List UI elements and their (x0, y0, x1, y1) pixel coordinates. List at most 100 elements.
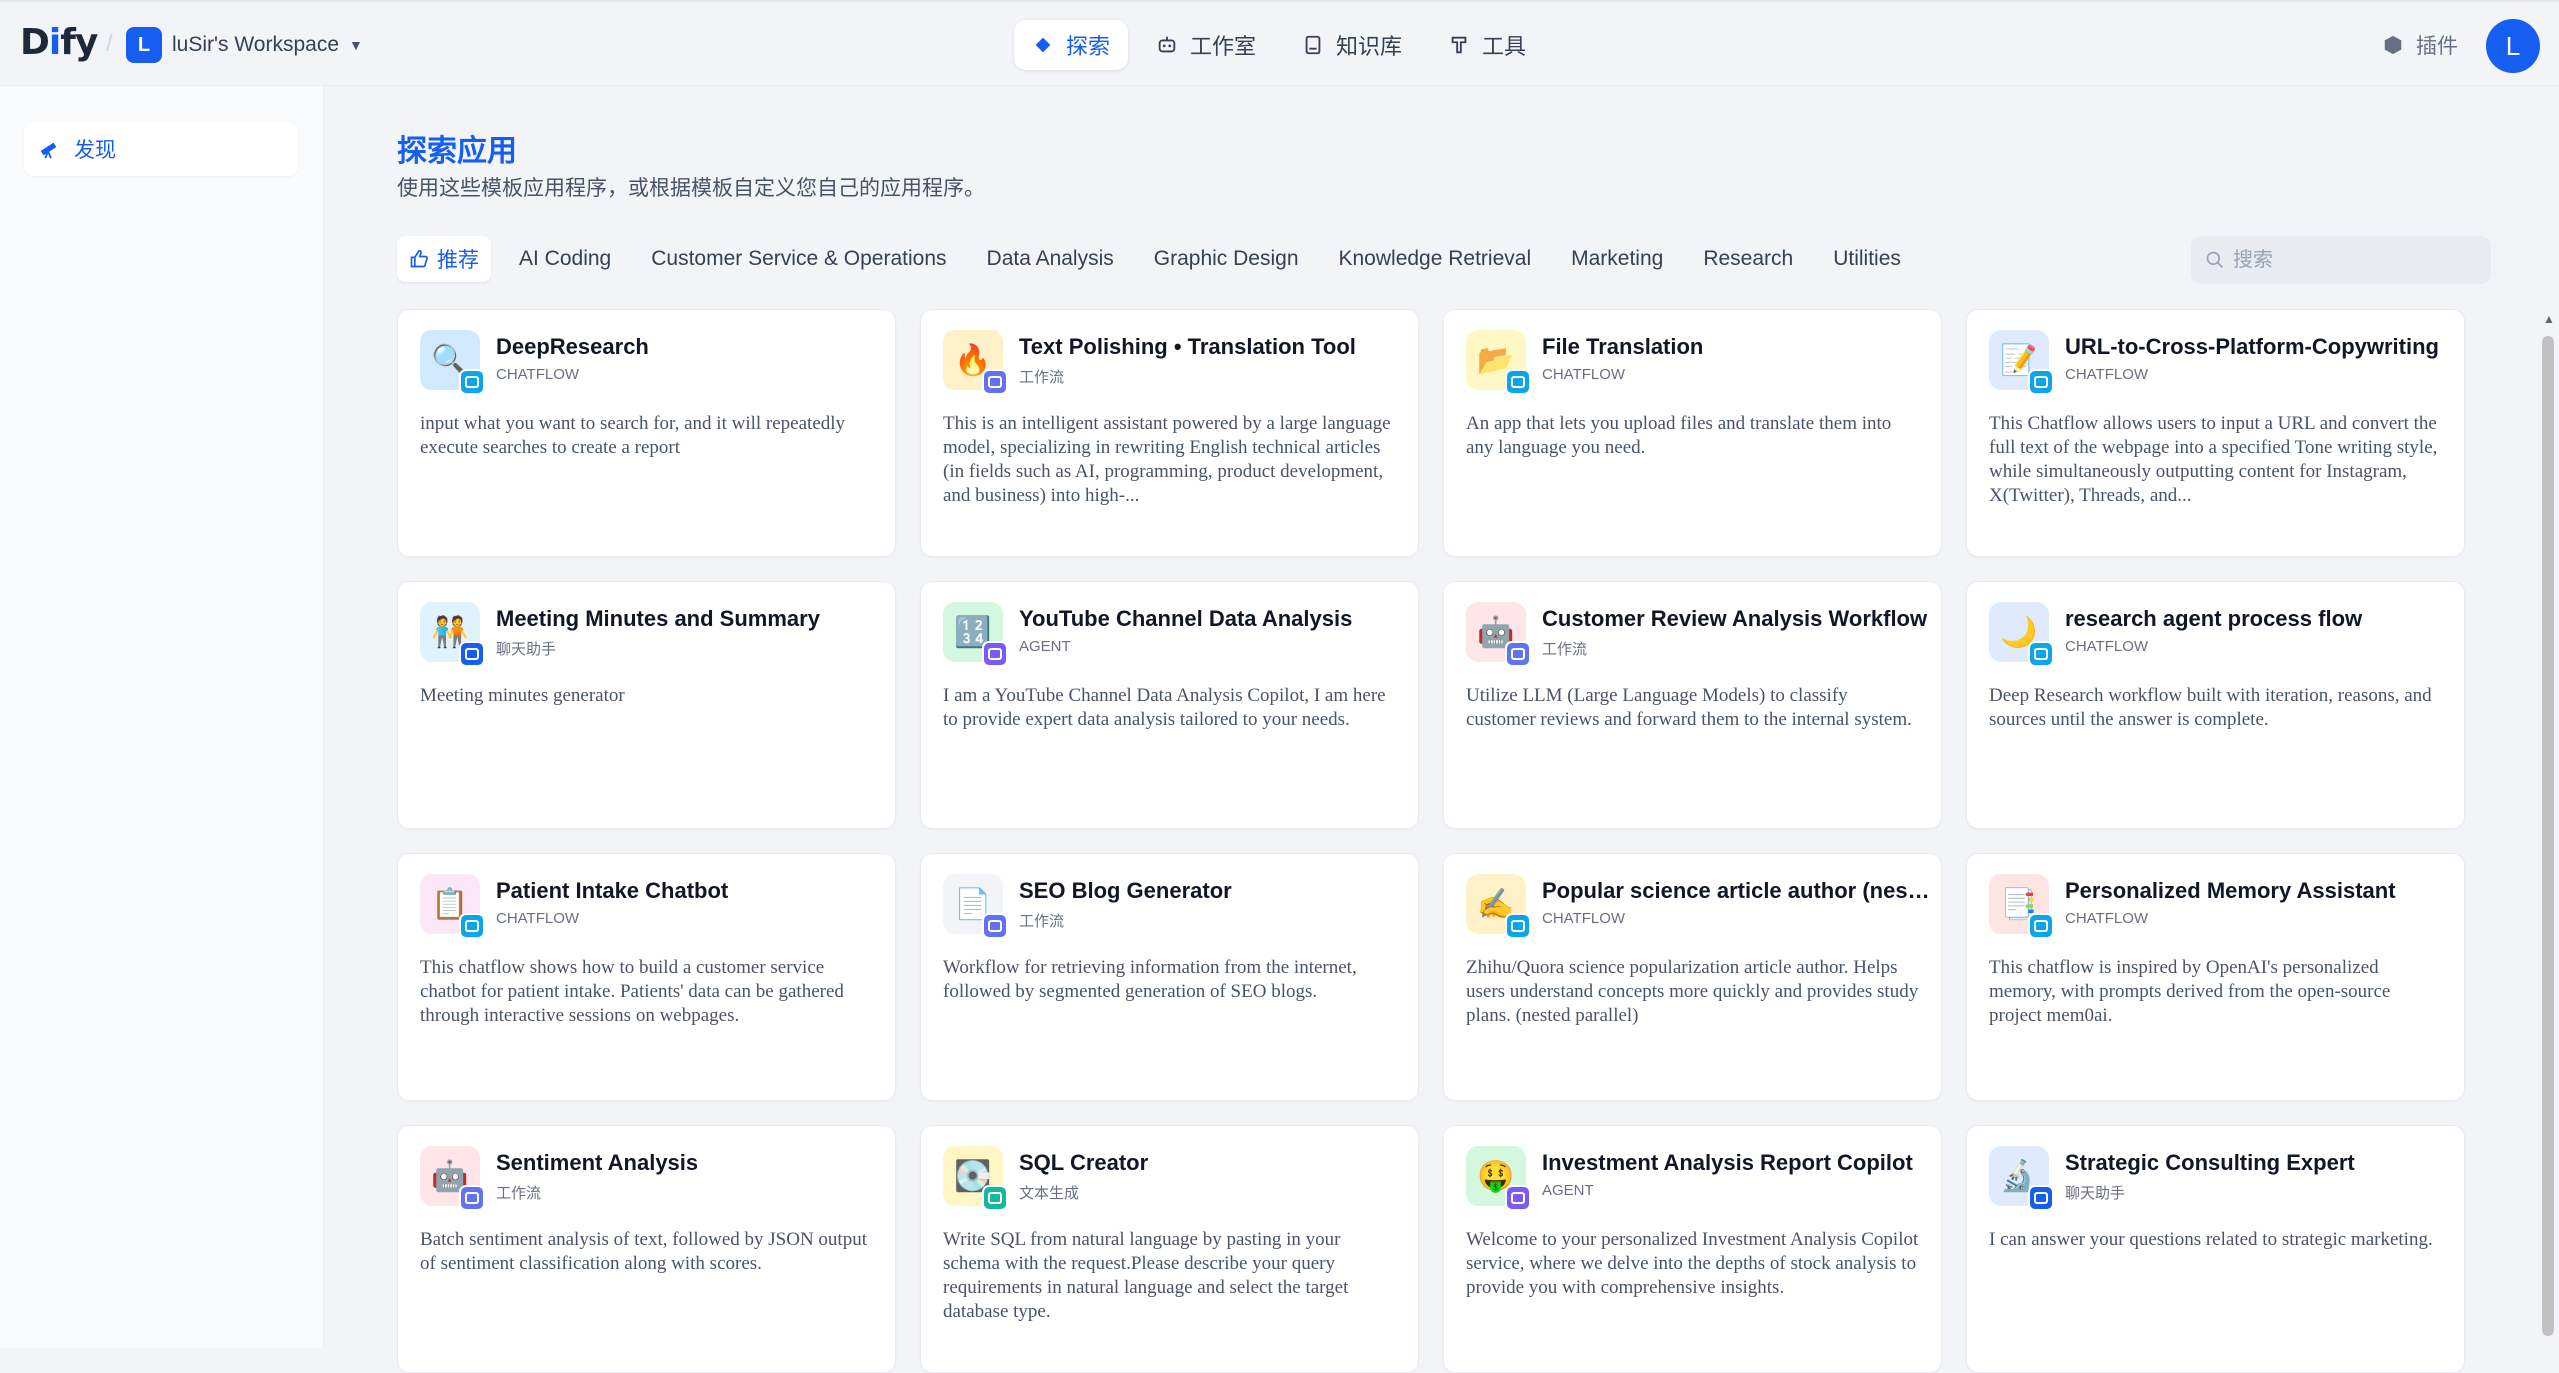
nav-knowledge[interactable]: 知识库 (1284, 20, 1420, 70)
app-description: Workflow for retrieving information from… (943, 957, 1357, 1002)
plugins-button[interactable]: 插件 (2382, 30, 2458, 60)
app-card[interactable]: 🤖 Sentiment Analysis 工作流 Batch sentiment… (397, 1125, 896, 1373)
card-title-block: Strategic Consulting Expert 聊天助手 (2065, 1146, 2355, 1203)
dify-logo[interactable]: Dify (20, 22, 98, 63)
search-input[interactable] (2233, 248, 2473, 272)
hammer-icon (1451, 36, 1467, 54)
card-header: 🔥 Text Polishing • Translation Tool 工作流 (943, 330, 1396, 395)
nav-explore[interactable]: 探索 (1014, 20, 1129, 70)
app-icon: 🤖 (1466, 602, 1531, 667)
app-type: CHATFLOW (2065, 638, 2149, 655)
app-icon: 📄 (943, 874, 1008, 939)
app-card[interactable]: 🔬 Strategic Consulting Expert 聊天助手 I can… (1966, 1125, 2465, 1373)
app-title: Strategic Consulting Expert (2065, 1150, 2355, 1175)
breadcrumb-separator: / (106, 30, 113, 57)
app-title: Customer Review Analysis Workflow (1542, 606, 1928, 631)
app-type: CHATFLOW (2065, 366, 2149, 383)
workspace-switcher[interactable]: L luSir's Workspace ▼ (126, 27, 363, 63)
app-type-badge-icon (1505, 641, 1531, 667)
app-type: AGENT (1019, 638, 1071, 655)
app-card[interactable]: 📋 Patient Intake Chatbot CHATFLOW This c… (397, 853, 896, 1101)
app-card[interactable]: 📑 Personalized Memory Assistant CHATFLOW… (1966, 853, 2465, 1101)
card-header: 📄 SEO Blog Generator 工作流 (943, 874, 1396, 939)
app-title: Investment Analysis Report Copilot (1542, 1150, 1913, 1175)
top-navigation-bar: Dify / L luSir's Workspace ▼ 探索 工作室 知识库 … (0, 0, 2559, 86)
page-subtitle: 使用这些模板应用程序，或根据模板自定义您自己的应用程序。 (397, 177, 985, 200)
app-card[interactable]: 🤑 Investment Analysis Report Copilot AGE… (1443, 1125, 1942, 1373)
app-card[interactable]: 📂 File Translation CHATFLOW An app that … (1443, 309, 1942, 557)
app-type: 工作流 (1019, 913, 1065, 930)
nav-knowledge-label: 知识库 (1336, 34, 1403, 59)
card-title-block: File Translation CHATFLOW (1542, 330, 1703, 383)
app-type-badge-icon (2028, 913, 2054, 939)
app-title: SEO Blog Generator (1019, 878, 1232, 903)
tab-ai-coding[interactable]: AI Coding (507, 236, 623, 282)
app-description: I am a YouTube Channel Data Analysis Cop… (943, 685, 1386, 730)
app-type: CHATFLOW (496, 910, 580, 927)
nav-studio[interactable]: 工作室 (1138, 20, 1274, 70)
tab-customer-service[interactable]: Customer Service & Operations (639, 236, 958, 282)
app-type: CHATFLOW (496, 366, 580, 383)
app-icon: 📂 (1466, 330, 1531, 395)
scrollbar-thumb[interactable] (2542, 336, 2554, 1336)
card-header: ✍️ Popular science article author (neste… (1466, 874, 1932, 939)
tab-research[interactable]: Research (1691, 236, 1805, 282)
category-tabs: 推荐 AI Coding Customer Service & Operatio… (397, 236, 1913, 282)
app-card[interactable]: 🤖 Customer Review Analysis Workflow 工作流 … (1443, 581, 1942, 829)
app-card[interactable]: 🔍 DeepResearch CHATFLOW input what you w… (397, 309, 896, 557)
card-header: 🔢 YouTube Channel Data Analysis AGENT (943, 602, 1396, 667)
app-icon: ✍️ (1466, 874, 1531, 939)
app-title: Personalized Memory Assistant (2065, 878, 2396, 903)
app-card[interactable]: 💽 SQL Creator 文本生成 Write SQL from natura… (920, 1125, 1419, 1373)
scroll-up-arrow[interactable]: ▲ (2543, 312, 2555, 326)
main-content: 探索应用 使用这些模板应用程序，或根据模板自定义您自己的应用程序。 推荐 AI … (325, 86, 2559, 1373)
card-header: 🔍 DeepResearch CHATFLOW (420, 330, 873, 395)
app-type-badge-icon (982, 1185, 1008, 1211)
main-nav: 探索 工作室 知识库 工具 (1014, 20, 1544, 70)
card-header: 📂 File Translation CHATFLOW (1466, 330, 1919, 395)
app-card[interactable]: 🧑‍🤝‍🧑 Meeting Minutes and Summary 聊天助手 M… (397, 581, 896, 829)
app-type-badge-icon (1505, 1185, 1531, 1211)
card-title-block: Text Polishing • Translation Tool 工作流 (1019, 330, 1356, 387)
nav-tools[interactable]: 工具 (1430, 20, 1544, 70)
app-title: YouTube Channel Data Analysis (1019, 606, 1353, 631)
card-header: 🧑‍🤝‍🧑 Meeting Minutes and Summary 聊天助手 (420, 602, 873, 667)
app-type-badge-icon (459, 1185, 485, 1211)
app-icon: 🔍 (420, 330, 485, 395)
app-card[interactable]: 🌙 research agent process flow CHATFLOW D… (1966, 581, 2465, 829)
app-type: CHATFLOW (1542, 366, 1626, 383)
card-title-block: SQL Creator 文本生成 (1019, 1146, 1148, 1203)
card-title-block: Patient Intake Chatbot CHATFLOW (496, 874, 728, 927)
app-icon: 🔢 (943, 602, 1008, 667)
card-title-block: Personalized Memory Assistant CHATFLOW (2065, 874, 2396, 927)
app-type-badge-icon (459, 369, 485, 395)
app-card[interactable]: 📝 URL-to-Cross-Platform-Copywriting CHAT… (1966, 309, 2465, 557)
tab-marketing[interactable]: Marketing (1559, 236, 1675, 282)
app-card[interactable]: ✍️ Popular science article author (neste… (1443, 853, 1942, 1101)
tab-data-analysis[interactable]: Data Analysis (975, 236, 1126, 282)
app-card[interactable]: 🔢 YouTube Channel Data Analysis AGENT I … (920, 581, 1419, 829)
app-title: Popular science article author (nested p… (1542, 878, 1932, 903)
card-title-block: URL-to-Cross-Platform-Copywriting CHATFL… (2065, 330, 2439, 383)
app-card[interactable]: 🔥 Text Polishing • Translation Tool 工作流 … (920, 309, 1419, 557)
app-type-badge-icon (2028, 641, 2054, 667)
tab-knowledge-retrieval[interactable]: Knowledge Retrieval (1327, 236, 1544, 282)
app-type-badge-icon (2028, 1185, 2054, 1211)
nav-tools-label: 工具 (1482, 34, 1527, 59)
robot-icon (1158, 36, 1176, 53)
sidebar-item-discover[interactable]: 发现 (24, 122, 298, 176)
app-type-badge-icon (982, 641, 1008, 667)
tab-recommended[interactable]: 推荐 (397, 236, 491, 282)
search-box[interactable] (2191, 236, 2491, 284)
app-title: Text Polishing • Translation Tool (1019, 334, 1356, 359)
user-avatar[interactable]: L (2486, 19, 2540, 73)
app-type-badge-icon (982, 369, 1008, 395)
app-type: 工作流 (496, 1185, 542, 1202)
tab-graphic-design[interactable]: Graphic Design (1142, 236, 1311, 282)
app-icon: 🌙 (1989, 602, 2054, 667)
app-card[interactable]: 📄 SEO Blog Generator 工作流 Workflow for re… (920, 853, 1419, 1101)
cube-icon (2384, 35, 2402, 55)
tab-utilities[interactable]: Utilities (1821, 236, 1913, 282)
app-grid: 🔍 DeepResearch CHATFLOW input what you w… (397, 309, 2465, 1373)
app-icon: 🔥 (943, 330, 1008, 395)
